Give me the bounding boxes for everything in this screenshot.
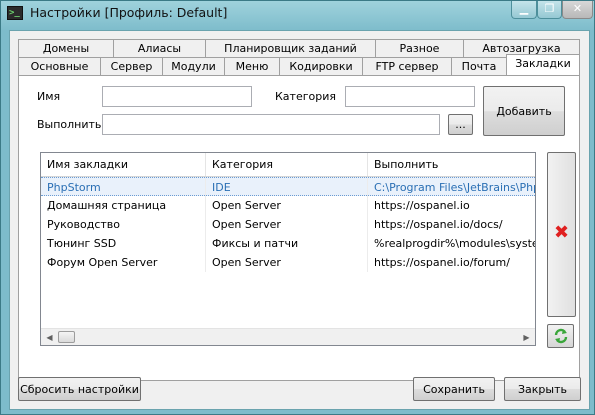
cell-execute: %realprogdir%\modules\system\: [374, 237, 535, 250]
tab-aliases[interactable]: Алиасы: [113, 39, 206, 57]
browse-button[interactable]: ...: [448, 114, 473, 135]
cell-name: Руководство: [41, 215, 206, 234]
cell-category: Open Server: [206, 253, 368, 272]
scroll-left-icon[interactable]: ◀: [41, 329, 58, 345]
table-row[interactable]: PhpStorm IDE C:\Program Files\JetBrains\…: [41, 177, 535, 197]
cell-category: Open Server: [206, 196, 368, 215]
cell-execute: https://ospanel.io: [374, 199, 470, 212]
delete-bookmark-button[interactable]: ✖: [547, 152, 576, 317]
execute-input[interactable]: [102, 114, 440, 135]
table-row[interactable]: Домашняя страница Open Server https://os…: [41, 196, 535, 215]
tab-ftp-server[interactable]: FTP сервер: [362, 57, 452, 75]
tab-mail[interactable]: Почта: [451, 57, 507, 75]
close-window-button[interactable]: ✕: [562, 1, 593, 19]
name-input[interactable]: [102, 86, 252, 107]
cell-name: Форум Open Server: [41, 253, 206, 272]
tab-menu[interactable]: Меню: [224, 57, 280, 75]
maximize-button[interactable]: ❐: [537, 1, 562, 19]
dialog-client-area: Домены Алиасы Планировщик заданий Разное…: [9, 30, 590, 410]
column-header-name[interactable]: Имя закладки: [41, 153, 206, 176]
tab-encodings[interactable]: Кодировки: [279, 57, 363, 75]
tab-server[interactable]: Сервер: [100, 57, 163, 75]
tab-misc[interactable]: Разное: [375, 39, 464, 57]
cell-category: IDE: [206, 178, 368, 197]
settings-window: >_ Настройки [Профиль: Default] ▁ ❐ ✕ До…: [0, 0, 595, 415]
cell-execute: C:\Program Files\JetBrains\PhpSto: [374, 181, 535, 194]
table-row[interactable]: Тюнинг SSD Фиксы и патчи %realprogdir%\m…: [41, 234, 535, 253]
table-row[interactable]: Руководство Open Server https://ospanel.…: [41, 215, 535, 234]
tab-modules[interactable]: Модули: [162, 57, 225, 75]
bookmarks-list[interactable]: Имя закладки Категория Выполнить PhpStor…: [40, 152, 536, 346]
minimize-button[interactable]: ▁: [511, 1, 537, 19]
window-title: Настройки [Профиль: Default]: [30, 5, 228, 20]
horizontal-scrollbar[interactable]: ◀ ▶: [41, 328, 535, 345]
close-button[interactable]: Закрыть: [504, 377, 581, 401]
refresh-button[interactable]: [547, 324, 574, 348]
console-app-icon: >_: [7, 6, 23, 20]
cell-execute: https://ospanel.io/docs/: [374, 218, 503, 231]
delete-icon: ✖: [553, 222, 570, 243]
column-header-execute[interactable]: Выполнить: [368, 153, 535, 176]
cell-name: PhpStorm: [41, 178, 206, 197]
cell-category: Open Server: [206, 215, 368, 234]
cell-name: Домашняя страница: [41, 196, 206, 215]
tab-scheduler[interactable]: Планировщик заданий: [205, 39, 376, 57]
reset-settings-button[interactable]: Сбросить настройки: [18, 377, 141, 401]
refresh-icon: [554, 328, 567, 344]
cell-execute: https://ospanel.io/forum/: [374, 256, 510, 269]
execute-label: Выполнить: [37, 118, 102, 131]
column-header-category[interactable]: Категория: [206, 153, 368, 176]
tab-domains[interactable]: Домены: [18, 39, 114, 57]
save-button[interactable]: Сохранить: [413, 377, 495, 401]
category-label: Категория: [275, 90, 336, 103]
name-label: Имя: [37, 90, 61, 103]
cell-name: Тюнинг SSD: [41, 234, 206, 253]
scroll-thumb[interactable]: [58, 331, 75, 343]
list-header: Имя закладки Категория Выполнить: [41, 153, 535, 177]
bookmarks-panel: Имя Категория Добавить Выполнить ... Имя…: [18, 75, 580, 381]
tab-main[interactable]: Основные: [18, 57, 101, 75]
tab-bookmarks[interactable]: Закладки: [506, 54, 580, 75]
category-input[interactable]: [345, 86, 475, 107]
cell-category: Фиксы и патчи: [206, 234, 368, 253]
scroll-right-icon[interactable]: ▶: [518, 329, 535, 345]
add-button[interactable]: Добавить: [483, 86, 565, 136]
title-bar: >_ Настройки [Профиль: Default] ▁ ❐ ✕: [1, 1, 594, 27]
table-row[interactable]: Форум Open Server Open Server https://os…: [41, 253, 535, 272]
